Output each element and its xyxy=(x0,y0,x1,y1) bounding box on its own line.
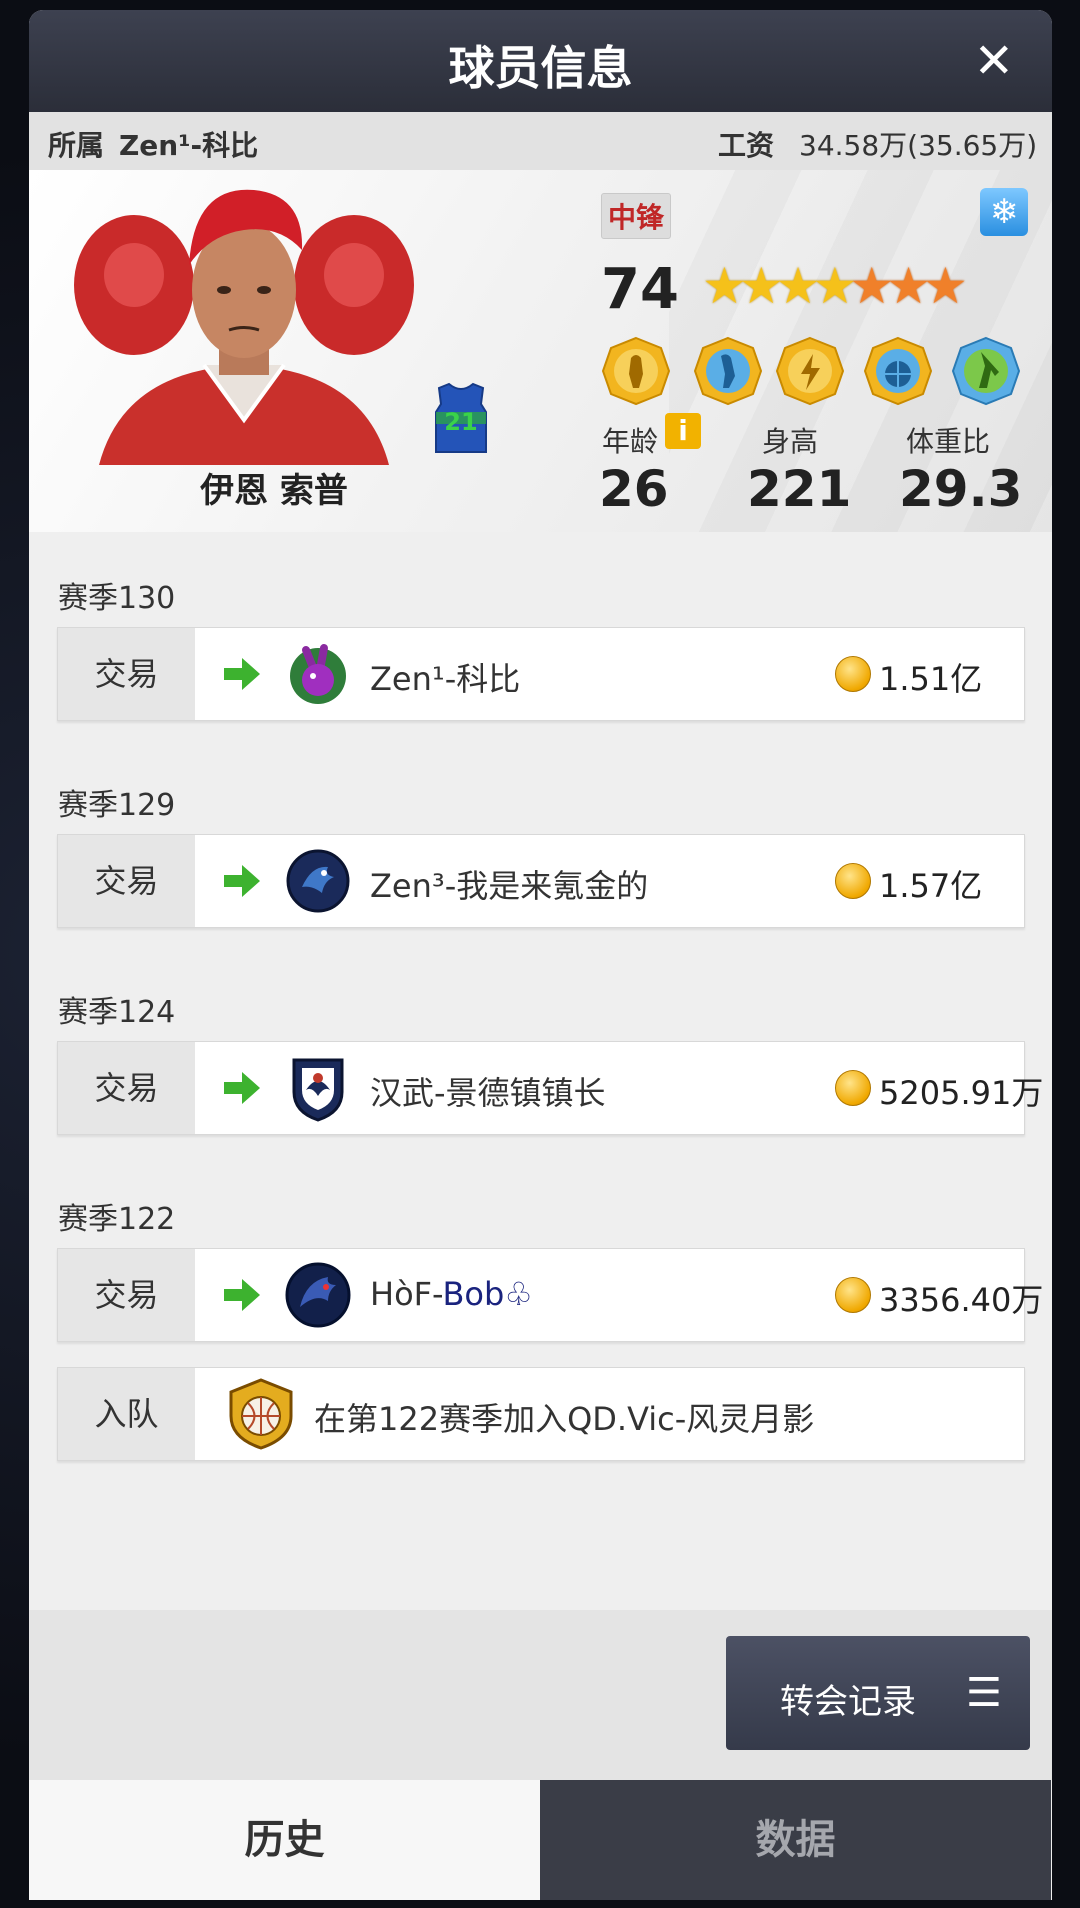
team-owner-highlight: Bob♧ xyxy=(442,1275,533,1313)
team-prefix: HòF- xyxy=(370,1275,443,1313)
age-value: 26 xyxy=(599,460,669,518)
player-portrait xyxy=(74,189,414,465)
transfer-row[interactable]: 交易 Zen¹-科比 1.51亿 xyxy=(57,627,1025,721)
transfer-type: 交易 xyxy=(58,835,195,927)
star-icon: ★ xyxy=(886,257,931,315)
star-icon: ★ xyxy=(922,257,968,315)
star-icon: ★ xyxy=(775,257,821,315)
dark-griffin-logo xyxy=(285,1262,351,1328)
coin-icon xyxy=(835,1070,871,1106)
position-badge: 中锋 xyxy=(601,193,672,239)
jersey-icon: 21 xyxy=(435,382,487,453)
tab-bar: 历史 数据 xyxy=(29,1780,1052,1900)
coin-icon xyxy=(835,656,871,692)
season-heading: 赛季122 xyxy=(58,1202,176,1237)
transfer-record-label: 转会记录 xyxy=(780,1682,916,1722)
team-name: HòF-Bob♧ xyxy=(370,1275,533,1313)
arrow-right-icon xyxy=(224,658,260,690)
transfer-type: 交易 xyxy=(58,1042,195,1134)
jersey-number: 21 xyxy=(444,408,477,436)
title-bar: 球员信息 ✕ xyxy=(29,10,1052,112)
player-name: 伊恩 索普 xyxy=(200,471,348,511)
weight-ratio-label: 体重比 xyxy=(906,425,991,458)
weight-ratio-value: 29.3 xyxy=(899,460,1023,518)
panel-title: 球员信息 xyxy=(448,41,633,95)
player-info-panel: 球员信息 ✕ 所属 Zen¹-科比 工资 34.58万(35.65万) 21 伊… xyxy=(29,10,1052,1900)
menu-icon: ☰ xyxy=(966,1670,1002,1716)
season-heading: 赛季124 xyxy=(58,995,176,1030)
info-icon[interactable]: i xyxy=(665,413,701,449)
team-name: Zen³-我是来氪金的 xyxy=(370,867,649,905)
post-badge-icon[interactable] xyxy=(601,336,671,406)
team-name: 汉武-景德镇镇长 xyxy=(370,1074,606,1112)
close-icon[interactable]: ✕ xyxy=(974,36,1014,86)
join-type: 入队 xyxy=(58,1368,195,1460)
arrow-right-icon xyxy=(224,865,260,897)
transfer-row[interactable]: 交易 HòF-Bob♧ 3356.40万 xyxy=(57,1248,1043,1342)
transfer-row[interactable]: 交易 汉武-景德镇镇长 5205.91万 xyxy=(57,1041,1043,1135)
season-heading: 赛季129 xyxy=(58,788,176,823)
transfer-price: 1.51亿 xyxy=(879,660,983,698)
coin-icon xyxy=(835,863,871,899)
basketball-crest-logo xyxy=(229,1378,293,1450)
purple-rabbit-logo xyxy=(290,644,346,704)
join-text: 在第122赛季加入QD.Vic-风灵月影 xyxy=(314,1400,815,1438)
tab-data[interactable]: 数据 xyxy=(540,1780,1051,1900)
team-label: 所属 xyxy=(48,129,105,162)
blue-eagle-logo xyxy=(286,849,350,913)
star-icon: ★ xyxy=(702,257,747,315)
block-badge-icon[interactable] xyxy=(951,336,1021,406)
season-heading: 赛季130 xyxy=(58,581,176,616)
arrow-right-icon xyxy=(224,1279,260,1311)
transfer-price: 1.57亿 xyxy=(879,867,983,905)
coin-icon xyxy=(835,1277,871,1313)
team-name: Zen¹-科比 xyxy=(370,660,521,698)
transfer-price: 3356.40万 xyxy=(879,1281,1044,1319)
skill-badges xyxy=(601,336,1041,408)
shield-eagle-logo xyxy=(292,1058,344,1122)
arrow-right-icon xyxy=(224,1072,260,1104)
transfer-type: 交易 xyxy=(58,628,195,720)
overall-rating: 74 xyxy=(601,257,679,322)
tab-history[interactable]: 历史 xyxy=(29,1780,540,1900)
snowflake-icon[interactable]: ❄ xyxy=(980,188,1028,236)
transfer-row[interactable]: 交易 Zen³-我是来氪金的 1.57亿 xyxy=(57,834,1025,928)
transfer-price: 5205.91万 xyxy=(879,1074,1044,1112)
star-icon: ★ xyxy=(812,257,857,315)
team-value: Zen¹-科比 xyxy=(119,129,259,162)
dunk-badge-icon[interactable] xyxy=(693,336,763,406)
transfer-record-button[interactable]: 转会记录 ☰ xyxy=(726,1636,1030,1750)
height-label: 身高 xyxy=(762,425,819,458)
join-row[interactable]: 入队 在第122赛季加入QD.Vic-风灵月影 xyxy=(57,1367,1025,1461)
salary-value: 34.58万(35.65万) xyxy=(799,129,1038,162)
info-bar: 所属 Zen¹-科比 工资 34.58万(35.65万) xyxy=(29,112,1052,170)
speed-badge-icon[interactable] xyxy=(775,336,845,406)
salary-label: 工资 xyxy=(718,129,775,162)
ball-badge-icon[interactable] xyxy=(863,336,933,406)
age-label: 年龄 xyxy=(602,425,659,458)
transfer-type: 交易 xyxy=(58,1249,195,1341)
height-value: 221 xyxy=(747,460,852,518)
star-rating: ★★★★★★★ xyxy=(702,257,968,315)
star-icon: ★ xyxy=(849,257,894,315)
star-icon: ★ xyxy=(738,257,784,315)
